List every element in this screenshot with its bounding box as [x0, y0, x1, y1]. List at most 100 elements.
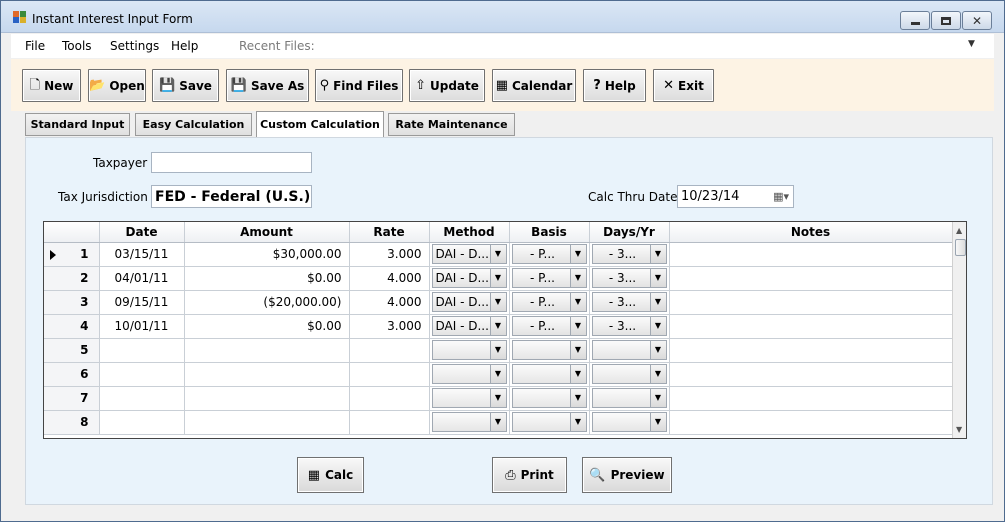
days-combo[interactable]: - 3... ▼ [591, 244, 667, 264]
dropdown-arrow-icon[interactable]: ▼ [649, 365, 666, 383]
cell-notes[interactable] [669, 242, 953, 267]
tab-rate-maintenance[interactable]: Rate Maintenance [388, 113, 515, 136]
dropdown-arrow-icon[interactable]: ▼ [649, 293, 666, 311]
tax-jurisdiction-field[interactable]: FED - Federal (U.S.) [151, 185, 312, 208]
row-header[interactable]: 5 [44, 338, 100, 363]
dropdown-arrow-icon[interactable]: ▼ [569, 293, 586, 311]
days-combo[interactable]: ▼ [591, 388, 667, 408]
close-button[interactable]: ✕ [962, 11, 992, 30]
update-button[interactable]: ⇧ Update [409, 69, 485, 102]
cell-amount[interactable] [184, 386, 350, 411]
dropdown-arrow-icon[interactable]: ▼ [489, 365, 506, 383]
days-combo[interactable]: - 3... ▼ [591, 316, 667, 336]
method-combo[interactable]: ▼ [431, 388, 507, 408]
dropdown-arrow-icon[interactable]: ▼ [569, 413, 586, 431]
basis-combo[interactable]: - P... ▼ [511, 292, 587, 312]
method-combo[interactable]: ▼ [431, 340, 507, 360]
days-combo[interactable]: - 3... ▼ [591, 292, 667, 312]
dropdown-arrow-icon[interactable]: ▼ [649, 413, 666, 431]
grid-vertical-scrollbar[interactable]: ▲ ▼ [952, 222, 966, 438]
dropdown-arrow-icon[interactable]: ▼ [489, 269, 506, 287]
dropdown-arrow-icon[interactable]: ▼ [569, 245, 586, 263]
table-row[interactable]: 7 ▼ ▼ ▼ [44, 386, 953, 411]
days-combo[interactable]: ▼ [591, 364, 667, 384]
cell-date[interactable] [99, 362, 185, 387]
maximize-button[interactable] [931, 11, 961, 30]
days-combo[interactable]: ▼ [591, 340, 667, 360]
cell-notes[interactable] [669, 290, 953, 315]
cell-notes[interactable] [669, 314, 953, 339]
cell-rate[interactable] [349, 338, 430, 363]
method-combo[interactable]: ▼ [431, 412, 507, 432]
method-combo[interactable]: ▼ [431, 364, 507, 384]
open-button[interactable]: 📂 Open [88, 69, 146, 102]
cell-date[interactable]: 09/15/11 [99, 290, 185, 315]
cell-amount[interactable] [184, 410, 350, 435]
cell-date[interactable]: 10/01/11 [99, 314, 185, 339]
cell-notes[interactable] [669, 362, 953, 387]
cell-notes[interactable] [669, 410, 953, 435]
column-header-basis[interactable]: Basis [509, 222, 590, 243]
column-header-rate[interactable]: Rate [349, 222, 430, 243]
menu-file[interactable]: File [25, 39, 45, 53]
cell-rate[interactable]: 4.000 [349, 266, 430, 291]
dropdown-arrow-icon[interactable]: ▼ [489, 317, 506, 335]
cell-date[interactable]: 03/15/11 [99, 242, 185, 267]
cell-notes[interactable] [669, 386, 953, 411]
cell-date[interactable] [99, 410, 185, 435]
tab-easy-calculation[interactable]: Easy Calculation [135, 113, 252, 136]
basis-combo[interactable]: ▼ [511, 388, 587, 408]
dropdown-arrow-icon[interactable]: ▼ [569, 341, 586, 359]
cell-amount[interactable]: $0.00 [184, 314, 350, 339]
table-row[interactable]: 5 ▼ ▼ ▼ [44, 338, 953, 363]
taxpayer-input[interactable] [151, 152, 312, 173]
basis-combo[interactable]: ▼ [511, 340, 587, 360]
table-row[interactable]: 3 09/15/11 ($20,000.00) 4.000 DAI - D... ▼ - P… [44, 290, 953, 315]
find-files-button[interactable]: ⚲ Find Files [315, 69, 403, 102]
cell-amount[interactable]: $30,000.00 [184, 242, 350, 267]
table-row[interactable]: 8 ▼ ▼ ▼ [44, 410, 953, 435]
exit-button[interactable]: ✕ Exit [653, 69, 714, 102]
save-button[interactable]: 💾 Save [152, 69, 219, 102]
save-as-button[interactable]: 💾 Save As [226, 69, 309, 102]
row-header[interactable]: 3 [44, 290, 100, 315]
scroll-thumb[interactable] [955, 239, 966, 256]
column-header-date[interactable]: Date [99, 222, 185, 243]
row-header[interactable]: 6 [44, 362, 100, 387]
cell-rate[interactable]: 3.000 [349, 242, 430, 267]
scroll-down-icon[interactable]: ▼ [956, 425, 962, 434]
scroll-up-icon[interactable]: ▲ [956, 226, 962, 235]
tab-custom-calculation[interactable]: Custom Calculation [256, 111, 384, 137]
minimize-button[interactable] [900, 11, 930, 30]
dropdown-arrow-icon[interactable]: ▼ [649, 389, 666, 407]
row-header[interactable]: 8 [44, 410, 100, 435]
cell-amount[interactable]: $0.00 [184, 266, 350, 291]
method-combo[interactable]: DAI - D... ▼ [431, 268, 507, 288]
table-row[interactable]: 2 04/01/11 $0.00 4.000 DAI - D... ▼ - P... ▼ - 3… [44, 266, 953, 291]
dropdown-arrow-icon[interactable]: ▼ [569, 317, 586, 335]
days-combo[interactable]: ▼ [591, 412, 667, 432]
cell-date[interactable] [99, 386, 185, 411]
table-row[interactable]: 6 ▼ ▼ ▼ [44, 362, 953, 387]
dropdown-arrow-icon[interactable]: ▼ [489, 389, 506, 407]
dropdown-arrow-icon[interactable]: ▼ [569, 365, 586, 383]
method-combo[interactable]: DAI - D... ▼ [431, 244, 507, 264]
cell-rate[interactable] [349, 386, 430, 411]
method-combo[interactable]: DAI - D... ▼ [431, 292, 507, 312]
cell-notes[interactable] [669, 266, 953, 291]
preview-button[interactable]: 🔍 Preview [582, 457, 672, 493]
dropdown-arrow-icon[interactable]: ▼ [569, 269, 586, 287]
basis-combo[interactable]: - P... ▼ [511, 316, 587, 336]
new-button[interactable]: 🗋 New [22, 69, 81, 102]
menu-help[interactable]: Help [171, 39, 198, 53]
cell-amount[interactable]: ($20,000.00) [184, 290, 350, 315]
dropdown-arrow-icon[interactable]: ▼ [489, 341, 506, 359]
days-combo[interactable]: - 3... ▼ [591, 268, 667, 288]
row-header[interactable]: 1 [44, 242, 100, 267]
column-header-notes[interactable]: Notes [669, 222, 953, 243]
basis-combo[interactable]: - P... ▼ [511, 268, 587, 288]
tab-standard-input[interactable]: Standard Input [25, 113, 130, 136]
dropdown-arrow-icon[interactable]: ▼ [569, 389, 586, 407]
calendar-button[interactable]: ▦ Calendar [492, 69, 576, 102]
cell-amount[interactable] [184, 362, 350, 387]
